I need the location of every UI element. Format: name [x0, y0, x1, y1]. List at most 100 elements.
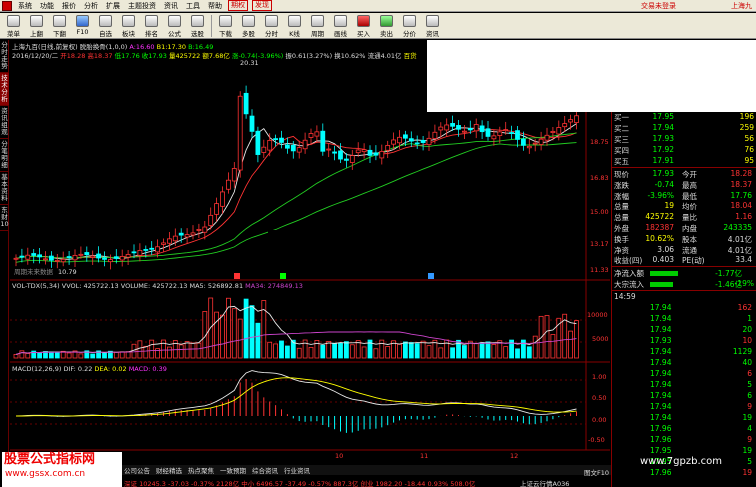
menu-item-system[interactable]: 系统: [14, 0, 36, 12]
candle-body: [397, 136, 402, 144]
quote-field-value: 10.62%: [645, 233, 674, 243]
macd-indicator-name: MACD(12,26,9): [12, 365, 62, 373]
volume-bar: [491, 344, 497, 359]
tab-intraday[interactable]: 分时走势: [0, 40, 9, 73]
f10-link[interactable]: 图文F10: [584, 467, 609, 477]
ranking-button[interactable]: 排名: [140, 13, 163, 39]
candle-body: [438, 126, 444, 131]
tick-price: 17.94: [650, 380, 672, 389]
draw-line-button[interactable]: 画线: [329, 13, 352, 39]
bid-row-1[interactable]: 买一 17.95 196: [614, 112, 754, 123]
menu-item-news[interactable]: 资讯: [160, 0, 182, 12]
bid-row-4[interactable]: 买四 17.92 76: [614, 145, 754, 156]
menu-item-theme-invest[interactable]: 主题投资: [124, 0, 160, 12]
candle-body: [503, 129, 509, 132]
axis-macd-3: 0.00: [592, 416, 607, 424]
tick-volume: 6: [747, 391, 752, 400]
candle-body: [491, 135, 497, 140]
cloud-quote-label: 上证云行情A036: [520, 480, 570, 487]
volume-indicator-name: VOL-TDX(5,34): [12, 282, 60, 290]
multi-stock-button[interactable]: 多股: [237, 13, 260, 39]
watermark-url: www.gssx.com.cn: [5, 469, 86, 479]
candle-body: [279, 137, 284, 143]
quote-field-value: 243335: [723, 223, 752, 232]
candle-body: [143, 249, 149, 251]
download-button[interactable]: 下载: [214, 13, 237, 39]
tab-finance-picks[interactable]: 财经精选: [156, 465, 182, 475]
quote-field-value: 425722: [645, 212, 674, 222]
tab-industry-news[interactable]: 行业资讯: [284, 465, 310, 475]
period-button[interactable]: 周期: [306, 13, 329, 39]
bar-float: 流通4.01亿: [367, 52, 402, 60]
axis-price-1: 18.75: [590, 138, 609, 146]
trade-login-link[interactable]: 交易未登录: [641, 0, 676, 12]
f10-button[interactable]: F10: [71, 13, 94, 39]
candle-body: [249, 115, 255, 132]
page-down-button[interactable]: 下翻: [48, 13, 71, 39]
news-button[interactable]: 资讯: [421, 13, 444, 39]
tab-consensus[interactable]: 一致预期: [220, 465, 246, 475]
candle-body: [361, 149, 367, 153]
menu-item-help[interactable]: 帮助: [204, 0, 226, 12]
quote-field-label: 涨跌: [614, 180, 629, 190]
tick-volume: 40: [742, 358, 752, 367]
peak-price-label: 20.31: [240, 59, 259, 67]
tab-general-news[interactable]: 综合资讯: [252, 465, 278, 475]
buy-button[interactable]: 买入: [352, 13, 375, 39]
menu-item-tools[interactable]: 工具: [182, 0, 204, 12]
menu-item-options[interactable]: 期权: [228, 0, 248, 11]
formula-button[interactable]: 公式: [163, 13, 186, 39]
bid-row-5[interactable]: 买五 17.91 95: [614, 156, 754, 167]
tab-technical[interactable]: 技术分析: [0, 73, 9, 106]
candle-body: [497, 131, 503, 136]
tick-volume: 4: [747, 424, 752, 433]
menu-item-function[interactable]: 功能: [36, 0, 58, 12]
stock-picker-button[interactable]: 选股: [186, 13, 209, 39]
tab-hot-focus[interactable]: 热点聚焦: [188, 465, 214, 475]
intraday-button[interactable]: 分时: [260, 13, 283, 39]
tab-company-notice[interactable]: 公司公告: [124, 465, 150, 475]
candle-body: [102, 257, 107, 260]
candle-body: [184, 234, 190, 238]
tab-dongcai10[interactable]: 东财10: [0, 205, 9, 231]
tick-row: 17.94 40: [614, 358, 754, 368]
volume-bar: [178, 344, 184, 359]
menu-item-extend[interactable]: 扩展: [102, 0, 124, 12]
tab-tick-detail[interactable]: 分笔明细: [0, 139, 9, 172]
candle-body: [172, 235, 178, 242]
tab-basic-info[interactable]: 基本资料: [0, 172, 9, 205]
quote-field-label: 今开: [682, 170, 697, 179]
bid-row-3[interactable]: 买三 17.93 56: [614, 134, 754, 145]
watchlist-button[interactable]: 自选: [94, 13, 117, 39]
menu-item-quotes[interactable]: 报价: [58, 0, 80, 12]
x-label-11: 11: [420, 452, 429, 460]
tab-news-view[interactable]: 资讯组观: [0, 106, 9, 139]
tick-row: 17.94 6: [614, 391, 754, 401]
bid-row-2[interactable]: 买二 17.94 259: [614, 123, 754, 134]
volume-bar: [408, 342, 414, 359]
menu-button[interactable]: 菜单: [2, 13, 25, 39]
menu-item-analysis[interactable]: 分析: [80, 0, 102, 12]
sector-icon: [122, 15, 135, 27]
candle-body: [166, 238, 172, 244]
candle-body: [196, 228, 202, 231]
page-up-button[interactable]: 上翻: [25, 13, 48, 39]
sell-button[interactable]: 卖出: [375, 13, 398, 39]
volume-header: VOL-TDX(5,34) VVOL: 425722.13 VOLUME: 42…: [12, 282, 303, 290]
volume-bar: [574, 320, 579, 359]
menu-item-discover[interactable]: 发现: [252, 0, 272, 11]
tick-volume: 1129: [732, 347, 752, 356]
axis-vol-2: 5000: [592, 335, 609, 343]
quote-field-label: 股本: [682, 234, 697, 244]
price-distribution-button[interactable]: 分价: [398, 13, 421, 39]
tick-price: 17.93: [650, 336, 672, 345]
sector-button[interactable]: 板块: [117, 13, 140, 39]
volume-bar: [550, 334, 556, 359]
volume-bar: [119, 351, 125, 359]
macd-value: MACD: 0.39: [128, 365, 167, 373]
intraday-icon: [265, 15, 278, 27]
tick-volume: 19: [742, 413, 752, 422]
candle-body: [125, 254, 131, 258]
bar-amount: 额7.68亿: [202, 52, 230, 60]
kline-button[interactable]: K线: [283, 13, 306, 39]
